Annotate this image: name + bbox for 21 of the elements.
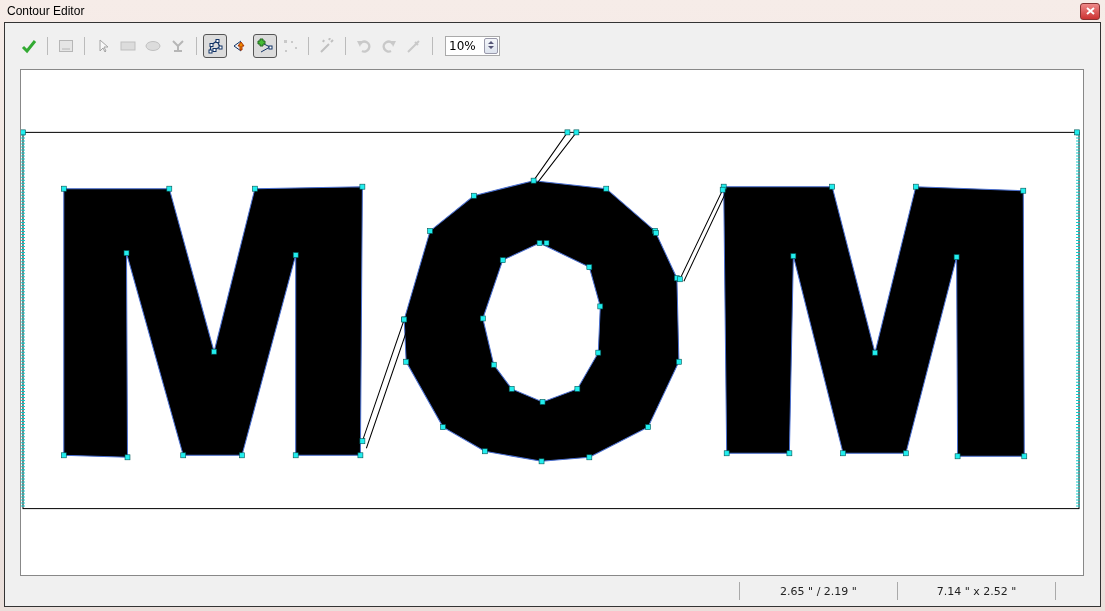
window-icon <box>58 38 74 54</box>
close-button[interactable] <box>1080 2 1100 20</box>
add-node-icon <box>257 38 273 54</box>
selection-size: 7.14 " x 2.52 " <box>897 582 1056 600</box>
node-arrow-icon <box>232 38 248 54</box>
wand-icon <box>319 38 335 54</box>
spin-arrows-icon <box>486 39 496 51</box>
node-path-icon <box>207 38 223 54</box>
window-title: Contour Editor <box>7 4 85 18</box>
scatter-icon <box>282 38 298 54</box>
cursor-position: 2.65 " / 2.19 " <box>739 582 897 600</box>
node-path-tool-button[interactable] <box>203 34 227 58</box>
rectangle-icon <box>120 38 136 54</box>
undo-icon <box>356 38 372 54</box>
eyedropper-icon <box>406 38 422 54</box>
check-icon <box>21 38 37 54</box>
add-node-tool-button[interactable] <box>253 34 277 58</box>
ellipse-icon <box>145 38 161 54</box>
redo-icon <box>381 38 397 54</box>
close-icon <box>1085 7 1095 15</box>
zoom-spinner[interactable] <box>484 38 498 54</box>
